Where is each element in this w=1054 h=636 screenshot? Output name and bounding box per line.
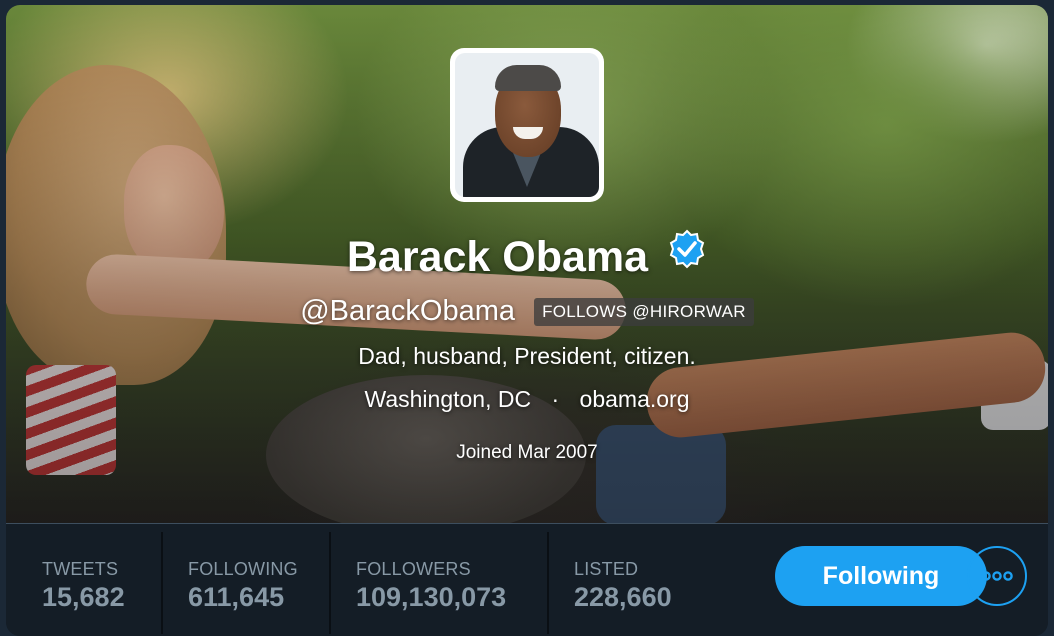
stat-following[interactable]: FOLLOWING 611,645 <box>188 532 298 630</box>
following-button[interactable]: Following <box>775 546 987 606</box>
stat-value: 15,682 <box>42 582 125 612</box>
stat-label: LISTED <box>574 559 639 579</box>
stat-divider <box>547 532 549 634</box>
profile-website-link[interactable]: obama.org <box>580 386 690 412</box>
ellipsis-icon <box>980 569 1014 584</box>
profile-handle-row: @BarackObama FOLLOWS @HIRORWAR <box>6 295 1048 328</box>
stat-followers[interactable]: FOLLOWERS 109,130,073 <box>356 532 506 630</box>
profile-name-row: Barack Obama <box>6 229 1048 282</box>
meta-separator: · <box>551 386 560 412</box>
stat-value: 228,660 <box>574 582 672 612</box>
profile-meta-row: Washington, DC · obama.org <box>6 386 1048 413</box>
stat-listed[interactable]: LISTED 228,660 <box>574 532 672 630</box>
stat-tweets[interactable]: TWEETS 15,682 <box>42 532 125 630</box>
profile-avatar[interactable] <box>450 48 604 202</box>
profile-name: Barack Obama <box>346 233 649 281</box>
profile-card: Barack Obama @BarackObama FOLLOWS @HIROR… <box>6 5 1048 636</box>
stat-divider <box>161 532 163 634</box>
stat-value: 611,645 <box>188 582 285 612</box>
stat-divider <box>329 532 331 634</box>
stat-label: TWEETS <box>42 559 119 579</box>
verified-badge-icon <box>667 229 707 269</box>
stat-label: FOLLOWERS <box>356 559 471 579</box>
profile-joined-date: Joined Mar 2007 <box>456 442 598 463</box>
profile-bio: Dad, husband, President, citizen. <box>358 343 696 369</box>
profile-location: Washington, DC <box>364 386 532 412</box>
stat-label: FOLLOWING <box>188 559 298 579</box>
profile-handle: @BarackObama <box>300 295 515 327</box>
stat-value: 109,130,073 <box>356 582 507 612</box>
follows-you-badge: FOLLOWS @HIRORWAR <box>534 297 754 326</box>
more-options-button[interactable] <box>967 546 1027 606</box>
